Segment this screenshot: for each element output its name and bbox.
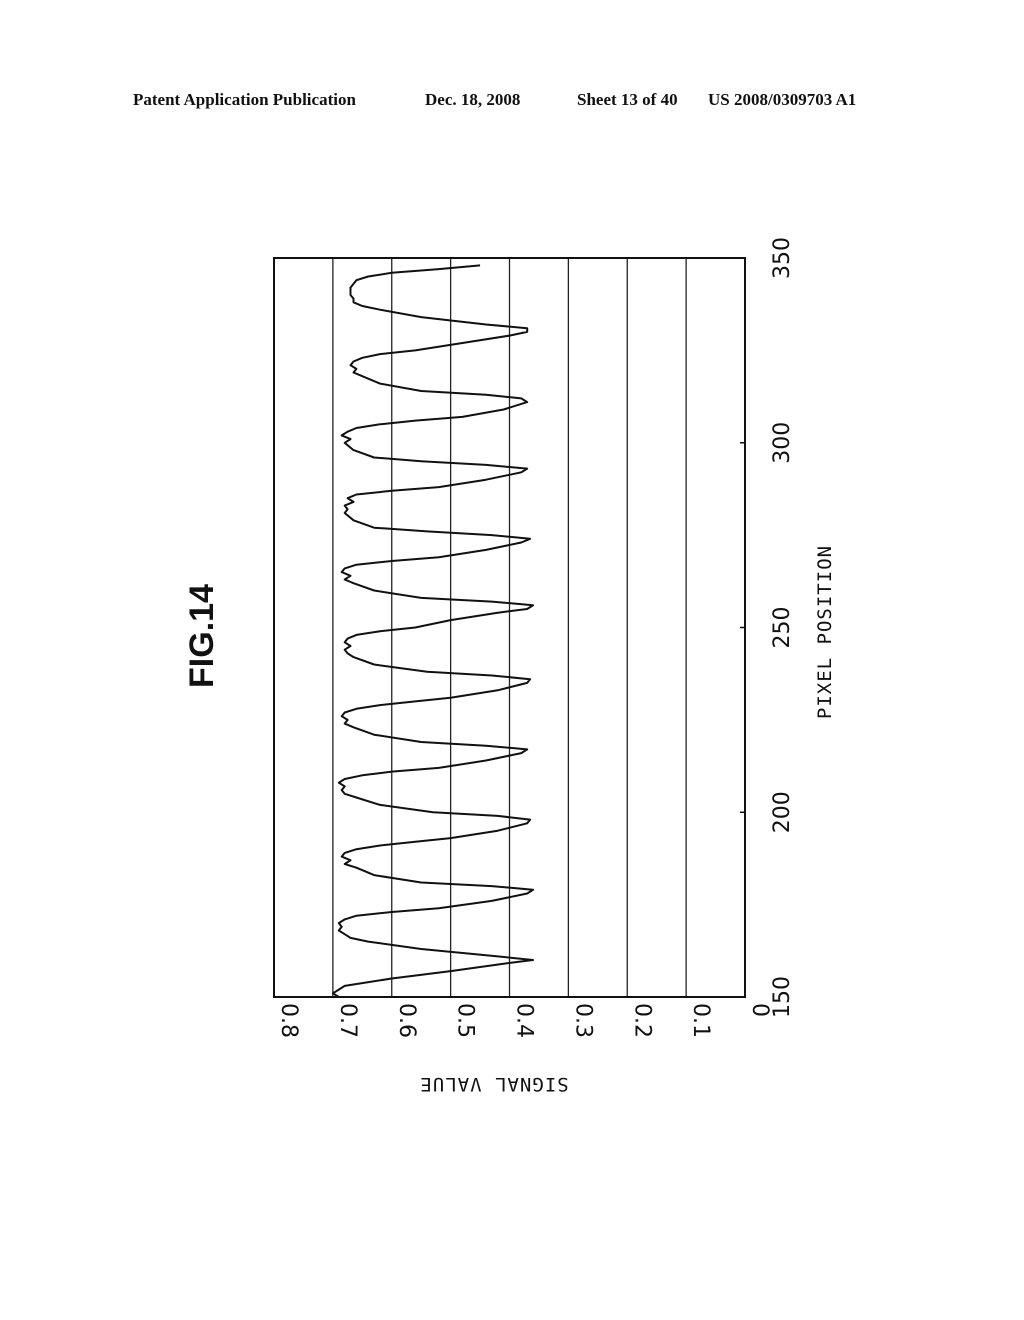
signal-tick-labels: 0 0.1 0.2 0.3 0.4 0.5 0.6 0.7 0.8 [276,1003,772,1038]
y-tick-label: 0.7 [335,1003,360,1038]
y-tick-label: 0 [747,1003,772,1017]
y-tick-label: 0.8 [276,1003,301,1038]
x-tick-label: 150 [770,976,795,1018]
pixel-tick-labels: 150 200 250 300 350 [740,237,795,1018]
grid-lines [332,258,687,997]
chart: 0 0.1 0.2 0.3 0.4 0.5 0.6 0.7 0.8 150 200 250 300 35… [183,237,836,1095]
y-tick-label: 0.2 [629,1003,654,1038]
signal-trace [331,264,534,998]
x-tick-label: 350 [770,237,795,279]
x-tick-label: 300 [770,422,795,464]
y-tick-label: 0.4 [512,1003,537,1038]
y-tick-label: 0.5 [453,1003,478,1038]
x-tick-label: 250 [770,607,795,649]
y-tick-label: 0.3 [570,1003,595,1038]
figure-title: FIG.14 [183,584,221,688]
x-axis-label: PIXEL POSITION [814,545,836,719]
y-axis-label: SIGNAL VALUE [419,1073,568,1095]
y-tick-label: 0.1 [688,1003,713,1038]
y-tick-label: 0.6 [394,1003,419,1038]
x-tick-label: 200 [770,791,795,833]
